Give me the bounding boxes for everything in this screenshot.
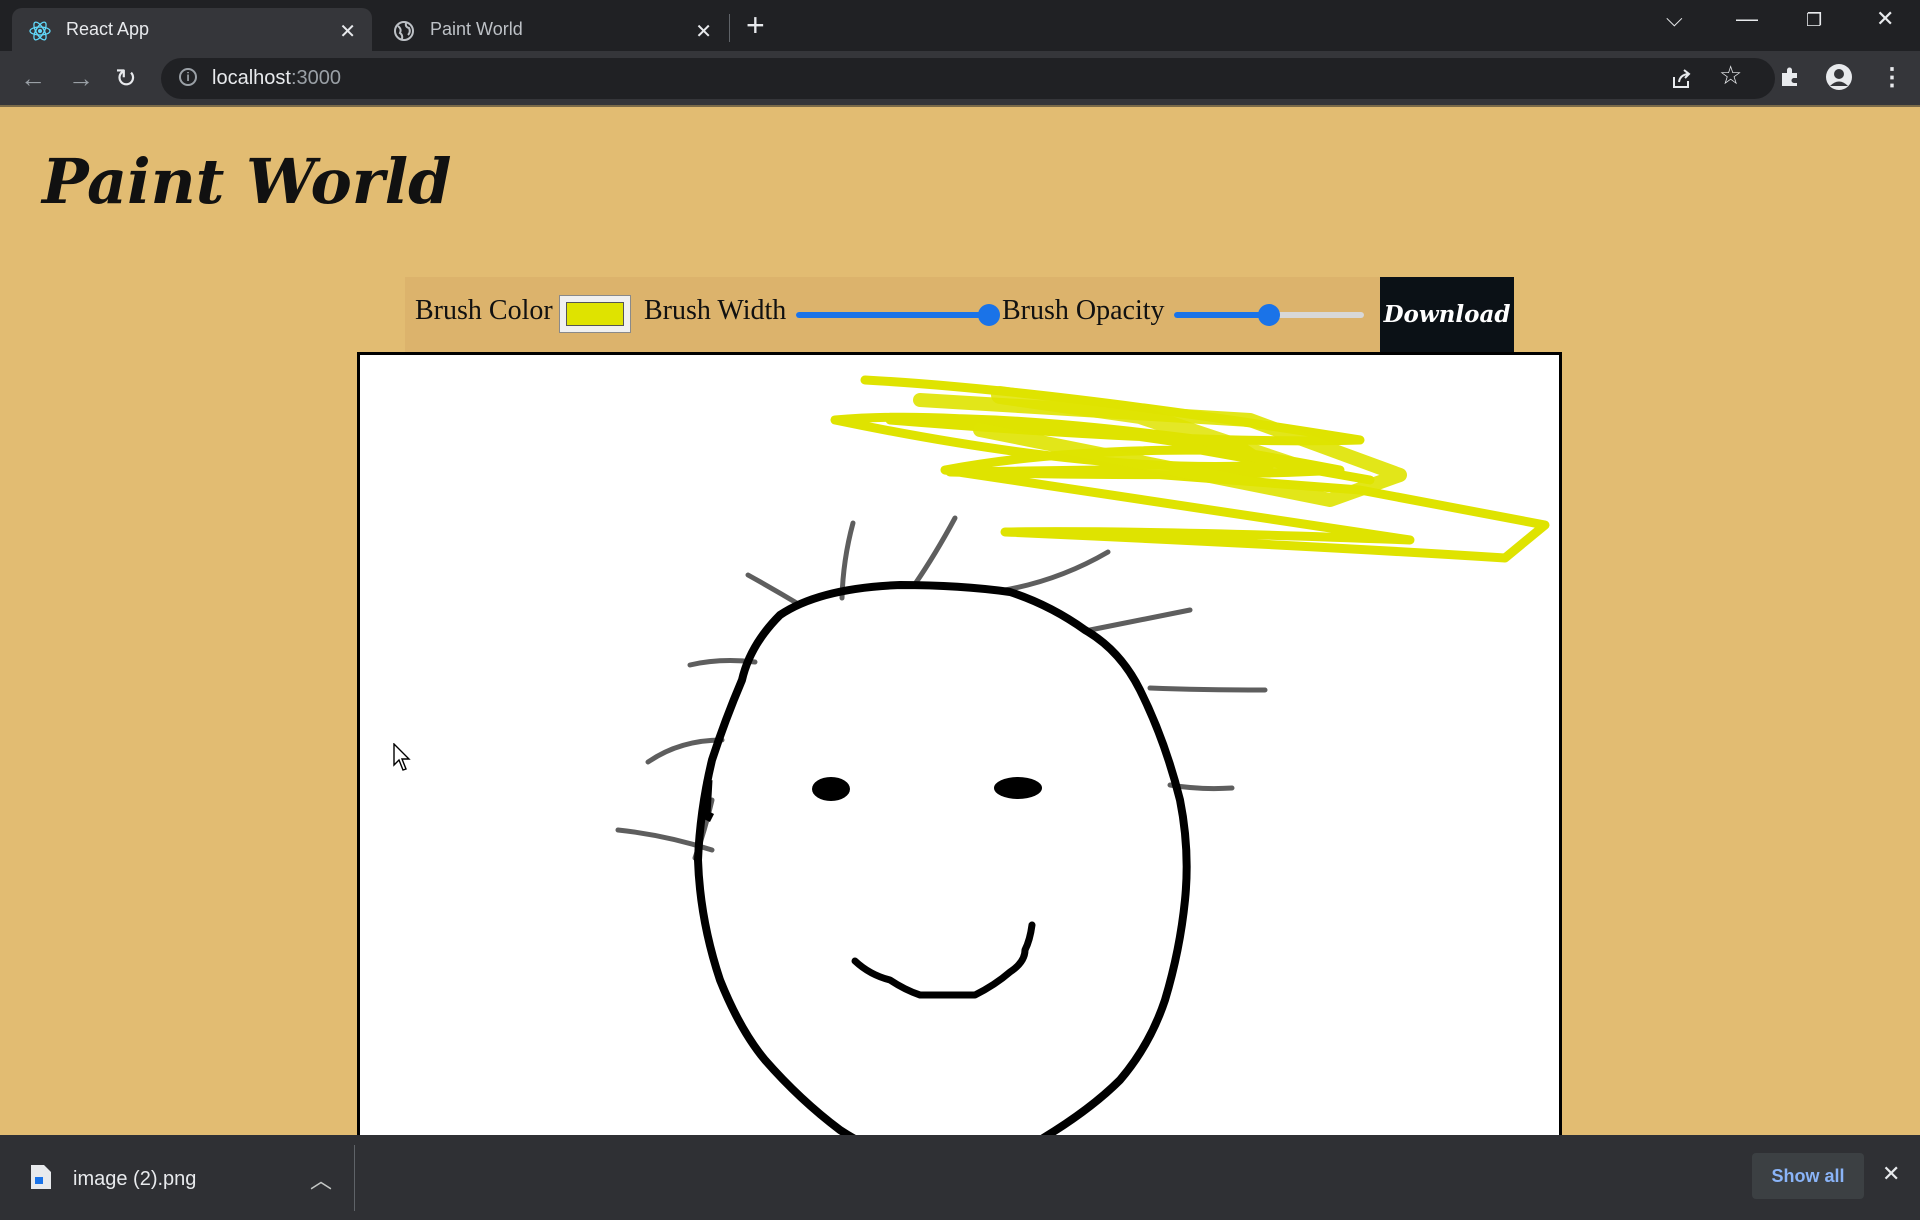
hair-strands	[615, 515, 1268, 861]
slider-fill	[1174, 312, 1269, 318]
tab-paint-world[interactable]: Paint World ✕	[376, 8, 728, 51]
tab-separator	[729, 14, 730, 42]
brush-opacity-slider[interactable]	[1174, 304, 1364, 326]
smile	[851, 921, 1036, 999]
share-icon[interactable]	[1671, 68, 1693, 90]
show-all-button[interactable]: Show all	[1752, 1153, 1864, 1199]
forward-icon[interactable]: →	[68, 64, 94, 92]
shelf-divider	[354, 1145, 355, 1211]
close-icon[interactable]: ✕	[695, 19, 712, 44]
download-button[interactable]: Download	[1380, 277, 1514, 352]
bookmark-star-icon[interactable]: ☆	[1719, 61, 1742, 89]
brush-color-label: Brush Color	[415, 295, 553, 326]
canvas-drawing	[615, 375, 1550, 1135]
browser-titlebar: React App ✕ Paint World ✕ + ⌵ — ❐ ✕	[0, 0, 1920, 51]
address-url: localhost:3000	[212, 67, 341, 89]
tab-search-icon[interactable]: ⌵	[1666, 6, 1683, 32]
brush-width-label: Brush Width	[644, 295, 787, 326]
chevron-up-icon[interactable]: ︿	[310, 1163, 332, 1195]
file-icon	[31, 1165, 51, 1189]
reload-icon[interactable]: ↻	[115, 64, 137, 92]
window-close-icon[interactable]: ✕	[1876, 6, 1894, 32]
react-icon	[29, 21, 51, 41]
mouse-cursor-icon	[393, 743, 411, 771]
minimize-icon[interactable]: —	[1736, 6, 1758, 32]
drawing-canvas[interactable]	[357, 352, 1562, 1135]
brush-opacity-label: Brush Opacity	[1002, 295, 1165, 326]
tab-title: Paint World	[430, 19, 523, 39]
page-title: Paint World	[42, 145, 452, 218]
tab-react-app[interactable]: React App ✕	[12, 8, 372, 51]
brush-color-picker[interactable]	[559, 295, 631, 333]
restore-icon[interactable]: ❐	[1806, 10, 1822, 31]
left-eye	[812, 777, 850, 801]
profile-icon[interactable]	[1825, 63, 1853, 91]
brush-controls: Brush Color Brush Width Brush Opacity Do…	[405, 277, 1514, 352]
new-tab-icon[interactable]: +	[746, 8, 765, 42]
menu-kebab-icon[interactable]: ⋮	[1880, 64, 1904, 92]
slider-fill	[796, 312, 989, 318]
globe-icon	[394, 21, 414, 41]
download-shelf: image (2).png ︿ Show all ✕	[0, 1135, 1920, 1220]
address-bar[interactable]: i localhost:3000 ☆	[161, 58, 1775, 99]
browser-toolbar: ← → ↻ i localhost:3000 ☆ ⋮	[0, 51, 1920, 106]
close-icon[interactable]: ✕	[1882, 1161, 1900, 1187]
extensions-icon[interactable]	[1778, 65, 1802, 89]
back-icon[interactable]: ←	[20, 64, 46, 92]
brush-width-slider[interactable]	[796, 304, 1000, 326]
info-icon[interactable]: i	[179, 68, 197, 86]
slider-thumb[interactable]	[1258, 304, 1280, 326]
head-outline	[694, 581, 1191, 1135]
right-eye	[994, 777, 1042, 799]
slider-thumb[interactable]	[978, 304, 1000, 326]
yellow-scribble	[830, 375, 1550, 563]
tab-title: React App	[66, 19, 150, 39]
brush-color-swatch	[566, 302, 624, 326]
close-icon[interactable]: ✕	[339, 19, 356, 44]
page-content: Paint World Brush Color Brush Width Brus…	[0, 107, 1920, 1135]
download-file-name[interactable]: image (2).png	[73, 1168, 196, 1191]
